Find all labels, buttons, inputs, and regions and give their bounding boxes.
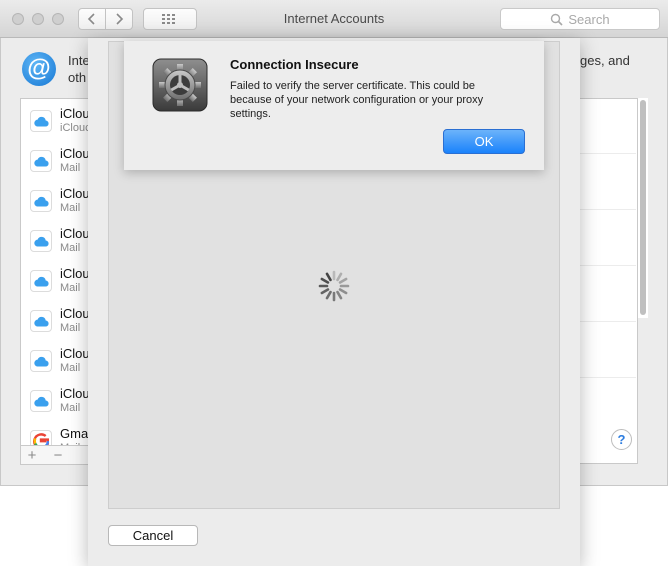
account-name: iClou [60,346,90,361]
account-icon [30,310,52,332]
account-row[interactable]: iClou Mail [21,299,90,339]
search-icon [551,13,563,26]
icloud-icon [34,156,49,167]
account-row[interactable]: iClou Mail [21,259,90,299]
account-icon [30,110,52,132]
account-row[interactable]: iClou Mail [21,179,90,219]
spinner-spoke [320,288,330,295]
ok-button[interactable]: OK [443,129,525,154]
account-subtitle: iClouc [60,122,90,134]
spinner-spoke [336,290,343,300]
intro-text-line2: oth [68,70,87,85]
alert-message-line: settings. [230,108,271,120]
account-icon [30,190,52,212]
system-preferences-gear-icon [152,58,208,112]
account-name: iClou [60,226,90,241]
account-row[interactable]: GmaiMail [21,419,90,445]
help-button[interactable]: ? [611,429,632,450]
scrollbar-thumb[interactable] [640,100,646,315]
account-icon [30,230,52,252]
loading-spinner-icon [318,270,350,302]
account-row[interactable]: iClou Mail [21,219,90,259]
account-icon [30,270,52,292]
account-subtitle: Mail [60,162,81,174]
account-row[interactable]: iClou Mail [21,339,90,379]
account-icon [30,150,52,172]
spinner-spoke [338,277,348,284]
account-name: iClou [60,146,90,161]
icloud-icon [34,116,49,127]
icloud-icon [34,396,49,407]
divider [578,321,636,322]
intro-text-right: ges, and [580,53,630,68]
icloud-icon [34,196,49,207]
account-row[interactable]: iClou iClouc [21,99,90,139]
search-placeholder: Search [568,11,610,27]
divider [578,377,636,378]
account-row[interactable]: iClou Mail [21,379,90,419]
at-sign-icon: @ [22,52,56,86]
add-account-button[interactable]: + [22,446,42,464]
account-name: Gmai [60,426,90,441]
account-subtitle: Mail [60,362,81,374]
remove-account-button[interactable]: − [48,446,68,464]
icloud-icon [34,236,49,247]
account-subtitle: Mail [60,242,81,254]
account-subtitle: Mail [60,322,81,334]
account-row[interactable]: iClou Mail [21,139,90,179]
icloud-icon [34,316,49,327]
spinner-spoke [325,290,332,300]
alert-title: Connection Insecure [230,57,359,72]
account-icon [30,350,52,372]
spinner-spoke [336,272,343,282]
spinner-spoke [325,272,332,282]
account-name: iClou [60,386,90,401]
accounts-list[interactable]: iClou iClouc iClou Mail iClou Mail iClou Mail iC… [20,98,90,446]
account-detail-panel [578,98,638,464]
alert-message-line: because of your network configuration or… [230,94,484,106]
account-subtitle: Mail [60,282,81,294]
alert-message-line: Failed to verify the server certificate.… [230,80,475,92]
search-input[interactable]: Search [500,8,660,30]
intro-text-line1: Inte [68,53,90,68]
divider [578,265,636,266]
account-name: iClou [60,106,90,121]
account-subtitle: Mail [60,202,81,214]
account-name: iClou [60,266,90,281]
divider [578,209,636,210]
icloud-icon [34,276,49,287]
account-icon [30,390,52,412]
icloud-icon [34,356,49,367]
account-icon [30,430,52,445]
account-name: iClou [60,306,90,321]
spinner-spoke [320,277,330,284]
account-name: iClou [60,186,90,201]
spinner-spoke [338,288,348,295]
account-subtitle: Mail [60,402,81,414]
cancel-button[interactable]: Cancel [108,525,198,546]
divider [578,153,636,154]
